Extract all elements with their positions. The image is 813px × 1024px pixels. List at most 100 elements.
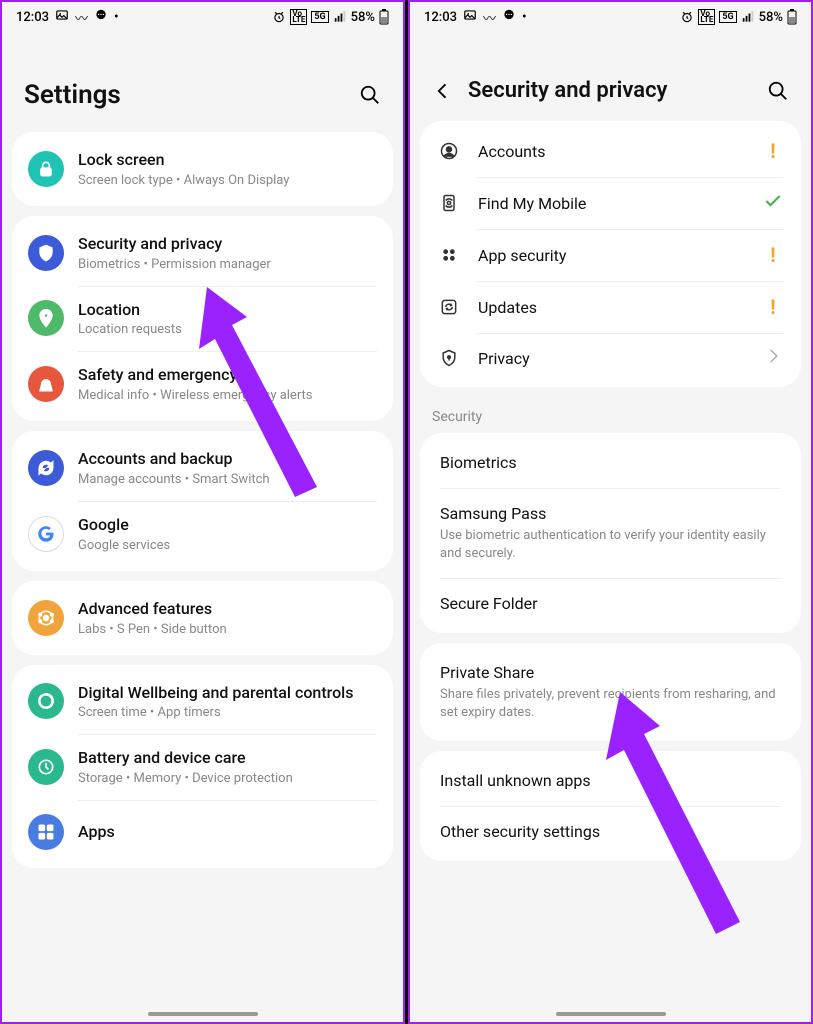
signal-icon [741, 10, 755, 25]
settings-row[interactable]: Advanced features Labs • S Pen • Side bu… [12, 585, 393, 651]
status-time: 12:03 [16, 10, 49, 25]
sync-icon [28, 450, 64, 486]
security-item[interactable]: Other security settings [420, 806, 801, 857]
settings-row[interactable]: Digital Wellbeing and parental controls … [12, 669, 393, 735]
volte-icon: VoLTE [290, 9, 307, 26]
settings-row[interactable]: Lock screen Screen lock type • Always On… [12, 136, 393, 202]
row-title: Security and privacy [78, 234, 377, 255]
dot-icon: • [114, 10, 119, 25]
row-title: Privacy [478, 349, 745, 368]
row-sub: Screen time • App timers [78, 705, 377, 720]
chat-icon [94, 8, 108, 26]
shield-icon [28, 235, 64, 271]
security-item[interactable]: Secure Folder [420, 578, 801, 629]
row-title: Safety and emergency [78, 365, 377, 386]
security-card-2: Private ShareShare files privately, prev… [420, 643, 801, 741]
row-title: Other security settings [440, 822, 781, 841]
security-item[interactable]: Install unknown apps [420, 755, 801, 806]
row-title: Battery and device care [78, 748, 377, 769]
row-sub: Labs • S Pen • Side button [78, 622, 377, 637]
warning-icon: ! [770, 295, 775, 319]
google-icon [28, 516, 64, 552]
security-row[interactable]: App security ! [420, 229, 801, 281]
header: Settings [2, 30, 403, 132]
volte-icon: VoLTE [698, 9, 715, 26]
row-sub: Storage • Memory • Device protection [78, 771, 377, 786]
back-button[interactable] [432, 80, 454, 102]
settings-row[interactable]: Location Location requests [12, 286, 393, 352]
dot-icon: • [522, 10, 527, 25]
row-title: Accounts [478, 142, 745, 161]
network-5g-icon: 5G [719, 11, 736, 23]
phone-right-security: 12:03 〰 • VoLTE 5G 58% Security and pri [408, 0, 813, 1024]
security-item[interactable]: Private ShareShare files privately, prev… [420, 647, 801, 737]
header: Security and privacy [410, 30, 811, 121]
search-button[interactable] [359, 84, 381, 106]
row-title: Advanced features [78, 599, 377, 620]
status-time: 12:03 [424, 10, 457, 25]
battery-icon [787, 9, 797, 25]
alarm-icon [272, 10, 286, 25]
battery-icon [28, 749, 64, 785]
apps-icon [28, 814, 64, 850]
security-card-1: Biometrics Samsung PassUse biometric auth… [420, 433, 801, 633]
wellbeing-icon [28, 683, 64, 719]
account-icon [438, 140, 460, 162]
warning-icon: ! [770, 243, 775, 267]
page-title: Settings [24, 80, 121, 110]
settings-row[interactable]: Battery and device care Storage • Memory… [12, 734, 393, 800]
security-item[interactable]: Biometrics [420, 437, 801, 488]
warning-icon: ! [770, 139, 775, 163]
chevron-right-icon [764, 347, 782, 369]
row-sub: Manage accounts • Smart Switch [78, 472, 377, 487]
status-bar: 12:03 〰 • VoLTE 5G 58% [2, 2, 403, 30]
home-indicator[interactable] [148, 1012, 258, 1016]
row-title: Install unknown apps [440, 771, 781, 790]
security-row[interactable]: Privacy [420, 333, 801, 383]
settings-card: Lock screen Screen lock type • Always On… [12, 132, 393, 206]
security-top-card: Accounts ! Find My Mobile App security !… [420, 121, 801, 387]
home-indicator[interactable] [556, 1012, 666, 1016]
security-row[interactable]: Find My Mobile [420, 177, 801, 229]
security-card-3: Install unknown apps Other security setti… [420, 751, 801, 861]
settings-card: Digital Wellbeing and parental controls … [12, 665, 393, 869]
advanced-icon [28, 600, 64, 636]
settings-row[interactable]: Accounts and backup Manage accounts • Sm… [12, 435, 393, 501]
row-title: Digital Wellbeing and parental controls [78, 683, 377, 704]
row-title: Updates [478, 298, 745, 317]
section-label-security: Security [410, 387, 811, 433]
row-title: Secure Folder [440, 594, 781, 613]
row-title: Private Share [440, 663, 781, 682]
emergency-icon [28, 366, 64, 402]
image-icon [55, 8, 69, 26]
settings-row[interactable]: Apps [12, 800, 393, 864]
check-icon [763, 191, 783, 215]
row-title: Biometrics [440, 453, 781, 472]
phone-left-settings: 12:03 〰 • VoLTE 5G 58% Settings [0, 0, 405, 1024]
settings-row[interactable]: Safety and emergency Medical info • Wire… [12, 351, 393, 417]
row-title: Accounts and backup [78, 449, 377, 470]
row-title: App security [478, 246, 745, 265]
security-content: Accounts ! Find My Mobile App security !… [410, 121, 811, 387]
row-sub: Location requests [78, 322, 377, 337]
search-button[interactable] [767, 80, 789, 102]
network-5g-icon: 5G [311, 11, 328, 23]
settings-row[interactable]: Google Google services [12, 501, 393, 567]
settings-row[interactable]: Security and privacy Biometrics • Permis… [12, 220, 393, 286]
battery-icon [379, 9, 389, 25]
row-sub: Medical info • Wireless emergency alerts [78, 388, 377, 403]
security-row[interactable]: Accounts ! [420, 125, 801, 177]
battery-percent: 58% [759, 10, 783, 25]
alarm-icon [680, 10, 694, 25]
privacy-icon [438, 347, 460, 369]
row-title: Samsung Pass [440, 504, 781, 523]
page-title: Security and privacy [468, 78, 667, 103]
lock-icon [28, 151, 64, 187]
settings-card: Security and privacy Biometrics • Permis… [12, 216, 393, 421]
image-icon [463, 8, 477, 26]
security-row[interactable]: Updates ! [420, 281, 801, 333]
appsec-icon [438, 244, 460, 266]
smile-icon: 〰 [483, 8, 496, 27]
security-item[interactable]: Samsung PassUse biometric authentication… [420, 488, 801, 578]
findmy-icon [438, 192, 460, 214]
